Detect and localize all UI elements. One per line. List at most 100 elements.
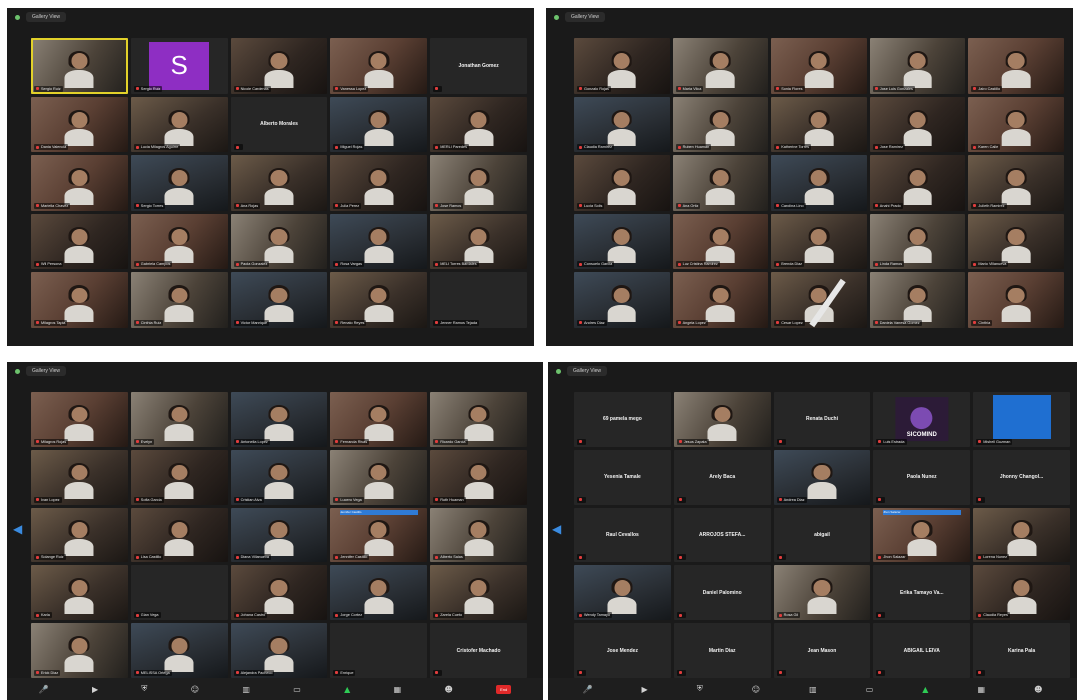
participant-tile[interactable]: Jean Mason [773,623,871,678]
view-label[interactable]: Gallery View [26,366,66,376]
chat-icon[interactable]: ▭ [866,685,874,694]
participant-tile[interactable]: Karen Calle [968,96,1064,153]
participant-tile[interactable]: Andrea Diaz [773,449,871,505]
participant-tile[interactable]: Julia Perez [330,155,428,211]
participant-tile[interactable]: Sonia Flores [771,38,867,94]
participant-tile[interactable]: Gabriela Campos [130,213,228,270]
participant-tile[interactable]: Sofia Garcia [130,449,228,505]
participant-tile[interactable]: Alberto Morales [230,96,328,153]
participant-tile[interactable]: Jenner Ramos Tejada [430,272,527,328]
participant-tile[interactable]: Zarela Cueto [430,565,527,621]
participant-tile[interactable]: Mishell Guzman [973,392,1070,447]
prev-page-arrow-icon[interactable]: ◀ [13,522,22,536]
participant-tile[interactable]: Mariella Chavez [31,155,128,211]
participant-tile[interactable]: Victor Manrique [230,272,328,328]
mute-icon[interactable]: 🎤 [39,685,49,694]
participant-tile[interactable]: Enrique [330,623,428,678]
participants-icon[interactable]: ☺ [752,685,760,694]
view-label[interactable]: Gallery View [565,12,605,22]
participant-tile[interactable]: S Sergio Ruiz [130,38,228,94]
security-icon[interactable] [15,368,20,374]
participant-tile[interactable]: Ruben Huaman [672,96,769,153]
participant-tile[interactable]: Brenda Diaz [771,213,867,270]
participant-tile[interactable]: Lucia Solis [574,155,670,211]
mute-icon[interactable]: 🎤 [583,685,593,694]
participant-tile[interactable]: Cinthia Ruiz [130,272,228,328]
participant-tile[interactable]: Andres Diaz [574,272,670,328]
participant-tile[interactable]: Martin Diaz [673,623,771,678]
participant-tile[interactable]: Karla [31,565,128,621]
security-icon[interactable] [554,14,559,20]
polls-icon[interactable]: ▥ [242,685,250,694]
participant-tile[interactable]: Daniel Palomino [673,565,771,621]
participant-tile[interactable]: Erick Diaz [31,623,128,678]
participant-tile[interactable]: Erika Tamayo Va... [873,565,971,621]
participant-tile[interactable]: Ricardo Garcia [430,392,527,447]
participant-tile[interactable]: Linda Ramos [869,213,966,270]
participant-tile[interactable]: Paola Gonzalez [230,213,328,270]
participant-tile[interactable]: Cristian Alva [230,449,328,505]
reactions-icon[interactable]: ☻ [444,685,452,694]
security-toolbar-icon[interactable]: ⛨ [141,684,147,694]
participant-tile[interactable]: Gian Vega [130,565,228,621]
participant-tile[interactable]: Milagros Rojas [31,392,128,447]
participant-tile[interactable]: Johana Castro [230,565,328,621]
participant-tile[interactable]: Claudia Ramirez [574,96,670,153]
participant-tile[interactable]: Jhon Salazar Jhon Salazar [873,507,971,563]
participant-tile[interactable]: Wendy Tamayo [574,565,671,621]
participant-tile[interactable]: Vanessa Lopez [330,38,428,94]
participant-tile[interactable]: Ruth Huaman [430,449,527,505]
participant-tile[interactable]: SICOMIND Luis Estrada [873,392,971,447]
chat-icon[interactable]: ▭ [293,685,301,694]
participant-tile[interactable]: ABIGAIL LEIVA [873,623,971,678]
participant-tile[interactable]: Jorge Cortez [330,565,428,621]
participant-tile[interactable]: Anahi Prado [869,155,966,211]
participant-tile[interactable]: Yesenia Tamale [574,449,671,505]
participant-tile[interactable]: Cinthia [968,272,1064,328]
participant-tile[interactable]: Cristofer Machado [430,623,527,678]
participant-tile[interactable]: Lucero Vega [330,449,428,505]
security-icon[interactable] [15,14,20,20]
participant-tile[interactable]: Jose Luis Gonzales [869,38,966,94]
participant-tile[interactable]: Jesus Zapata [673,392,771,447]
participant-tile[interactable]: Evelyn [130,392,228,447]
participant-tile[interactable]: Angela Lopez [672,272,769,328]
share-screen-icon[interactable]: ▲ [344,685,350,694]
participant-tile[interactable]: Ana Rojas [230,155,328,211]
participant-tile[interactable]: Alberto Salas [430,507,527,563]
participant-tile[interactable]: Jose Mendez [574,623,671,678]
participant-tile[interactable]: Jennifer Castillo Jennifer Castillo [330,507,428,563]
participant-tile[interactable]: Lorena Nunez [973,507,1070,563]
participant-tile[interactable]: Daniela Vanesa Gomez [869,272,966,328]
video-icon[interactable]: ▶ [642,685,648,694]
video-icon[interactable]: ▶ [92,685,98,694]
participant-tile[interactable]: Maria Vilca [672,38,769,94]
participant-tile[interactable]: Rosa Gil [773,565,871,621]
reactions-icon[interactable]: ☻ [1034,685,1042,694]
participant-tile[interactable]: Antonella Lopez [230,392,328,447]
participant-tile[interactable]: Alejandra Pacheco [230,623,328,678]
participant-tile[interactable]: Ivan Lopez [31,449,128,505]
participant-tile[interactable]: Wil Persona [31,213,128,270]
participant-tile[interactable]: Luz Cristina Ramirez [672,213,769,270]
participant-tile[interactable]: Consuelo Garcia [574,213,670,270]
participant-tile[interactable]: Lisa Castillo [130,507,228,563]
participant-tile[interactable]: Dania Valencia [31,96,128,153]
participant-tile[interactable]: ARROJOS STEFA... [673,507,771,563]
participant-tile[interactable]: Sergio Ruiz [31,38,128,94]
participant-tile[interactable]: Jose Ramirez [869,96,966,153]
participant-tile[interactable]: Diana Villanueva [230,507,328,563]
participant-tile[interactable]: Ana Ortiz [672,155,769,211]
participant-tile[interactable]: Rosa Vargas [330,213,428,270]
participant-tile[interactable]: Nicole Cardenas [230,38,328,94]
participant-tile[interactable]: MELI Torres Bardales [430,213,527,270]
security-icon[interactable] [556,368,561,374]
share-screen-icon[interactable]: ▲ [922,685,928,694]
end-meeting-button[interactable]: End [496,684,512,694]
participant-tile[interactable]: Milagros Tapia [31,272,128,328]
participant-tile[interactable]: Arely Baca [673,449,771,505]
participant-tile[interactable]: Lucia Milagros Aguirre [130,96,228,153]
participant-tile[interactable]: Jhonny Changol... [973,449,1070,505]
participant-tile[interactable]: abigail [773,507,871,563]
breakout-rooms-icon[interactable]: ▦ [394,685,402,694]
